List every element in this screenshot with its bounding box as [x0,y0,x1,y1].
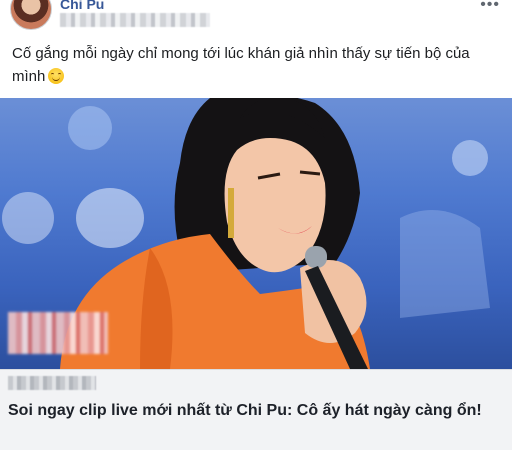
more-options-icon[interactable]: ••• [480,0,500,13]
feed-post: Chi Pu ••• Cố gắng mỗi ngày chỉ mong tới… [0,0,512,450]
watermark-blurred [8,312,108,354]
post-header: Chi Pu ••• [0,0,512,30]
post-photo[interactable] [0,98,512,369]
post-meta-blurred [60,13,210,27]
post-message: Cố gắng mỗi ngày chỉ mong tới lúc khán g… [12,42,502,88]
link-domain-blurred [8,376,96,390]
post-message-text: Cố gắng mỗi ngày chỉ mong tới lúc khán g… [12,45,470,85]
author-name[interactable]: Chi Pu [60,0,104,12]
link-title[interactable]: Soi ngay clip live mới nhất từ Chi Pu: C… [8,399,508,423]
smiling-face-icon [48,68,65,84]
avatar[interactable] [10,0,52,30]
